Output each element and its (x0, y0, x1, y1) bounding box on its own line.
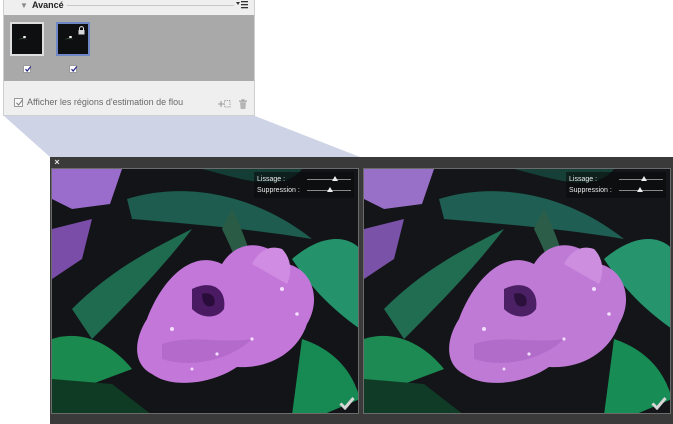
smoothing-slider-thumb[interactable] (641, 176, 647, 181)
add-region-icon[interactable] (218, 97, 231, 108)
checkmark-icon[interactable] (651, 396, 667, 410)
blur-region-checkbox[interactable] (23, 65, 32, 73)
panel-title: Avancé (32, 0, 67, 11)
show-regions-label: Afficher les régions d'estimation de flo… (27, 97, 184, 107)
checkmark-icon[interactable] (339, 396, 355, 410)
adjustment-overlay: Lissage : Suppression : (254, 172, 354, 198)
smoothing-label: Lissage : (257, 176, 286, 183)
advanced-panel: ▼ Avancé Afficher les régions d'estimati… (3, 0, 255, 116)
smoothing-slider-row: Lissage : (257, 175, 353, 185)
preview-pane-after[interactable]: Lissage : Suppression : (363, 168, 671, 414)
smoothing-track[interactable] (307, 179, 351, 180)
close-icon[interactable]: × (53, 158, 61, 167)
blur-region-thumbnail[interactable] (10, 22, 44, 56)
collapse-triangle-icon[interactable]: ▼ (20, 1, 28, 11)
thumbnail-shape (19, 38, 27, 42)
suppression-slider-thumb[interactable] (327, 187, 333, 192)
blur-preview-window: × Lissage: Suppression: Lissage: Supp… (50, 157, 673, 424)
suppression-slider-thumb[interactable] (637, 187, 643, 192)
panel-footer: Afficher les régions d'estimation de flo… (4, 97, 254, 110)
flower-photo (52, 169, 358, 413)
header-divider (64, 5, 234, 6)
suppression-label: Suppression : (569, 187, 612, 194)
blur-region-checkbox[interactable] (69, 65, 78, 73)
blur-regions-list (4, 15, 254, 81)
preview-pane-before[interactable]: Lissage : Suppression : (51, 168, 359, 414)
panel-header: ▼ Avancé (4, 0, 254, 12)
suppression-slider-row: Suppression : (257, 186, 353, 196)
show-regions-checkbox[interactable] (14, 98, 24, 107)
suppression-slider-row: Suppression : (569, 186, 665, 196)
lock-icon (78, 26, 85, 35)
thumbnail-shape (65, 38, 73, 42)
flower-photo (364, 169, 670, 413)
smoothing-slider-thumb[interactable] (332, 176, 338, 181)
panel-menu-icon[interactable] (236, 0, 248, 10)
smoothing-label: Lissage : (569, 176, 598, 183)
smoothing-slider-row: Lissage : (569, 175, 665, 185)
suppression-label: Suppression : (257, 187, 300, 194)
blur-region-thumbnail-selected[interactable] (56, 22, 90, 56)
trash-icon[interactable] (238, 97, 250, 109)
adjustment-overlay: Lissage : Suppression : (566, 172, 666, 198)
